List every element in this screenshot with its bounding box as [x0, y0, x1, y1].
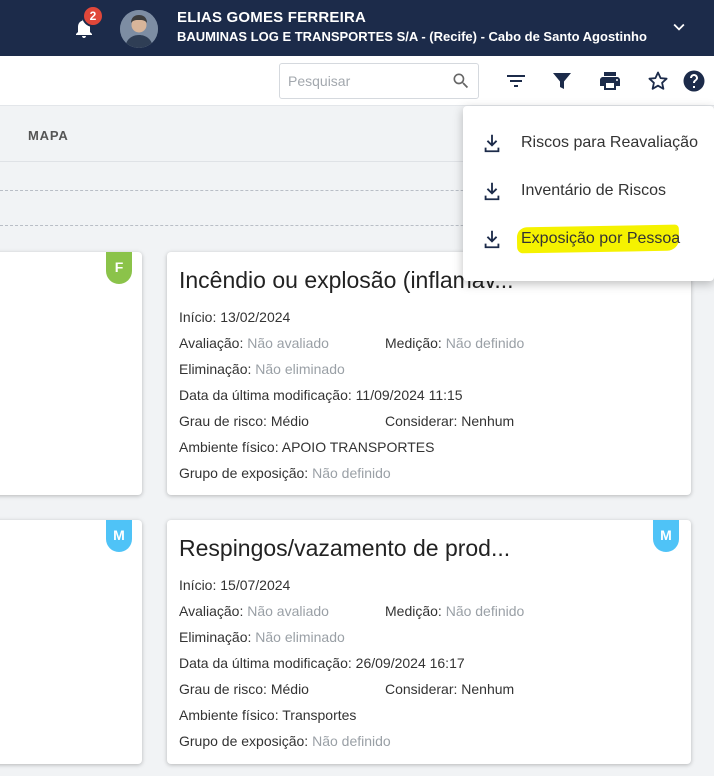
search-input[interactable]	[288, 64, 448, 98]
search-box	[279, 63, 479, 99]
star-icon[interactable]	[646, 69, 670, 93]
left-card-2[interactable]: M	[0, 520, 142, 764]
ambiente-row: Ambiente físico: APOIO TRANSPORTES	[179, 439, 435, 455]
menu-item-label: Inventário de Riscos	[521, 182, 666, 199]
menu-item-riscos-reavaliacao[interactable]: Riscos para Reavaliação	[463, 120, 714, 168]
download-icon	[484, 134, 500, 153]
risk-title: Respingos/vazamento de prod...	[179, 535, 511, 561]
funnel-icon[interactable]	[550, 69, 574, 93]
ambiente-row: Ambiente físico: Transportes	[179, 707, 357, 723]
user-name: ELIAS GOMES FERREIRA	[177, 9, 367, 26]
menu-item-label: Riscos para Reavaliação	[521, 134, 698, 151]
eliminacao-row: Eliminação: Não eliminado	[179, 629, 345, 645]
inicio-row: Início: 13/02/2024	[179, 309, 291, 325]
medicao-row: Medição: Não definido	[385, 335, 525, 351]
menu-item-exposicao-pessoa[interactable]: Exposição por Pessoa	[463, 216, 714, 264]
filter-list-icon[interactable]	[504, 69, 528, 93]
download-icon	[484, 182, 500, 201]
grau-row: Grau de risco: Médio	[179, 413, 309, 429]
eliminacao-row: Eliminação: Não eliminado	[179, 361, 345, 377]
menu-item-label: Exposição por Pessoa	[521, 230, 681, 247]
tab-mapa[interactable]: MAPA	[28, 128, 69, 143]
modificacao-row: Data da última modificação: 26/09/2024 1…	[179, 655, 465, 671]
chevron-down-icon[interactable]	[668, 16, 690, 38]
risk-badge: F	[106, 252, 132, 284]
grupo-row: Grupo de exposição: Não definido	[179, 733, 391, 749]
risk-badge: M	[653, 520, 679, 552]
avaliacao-row: Avaliação: Não avaliado	[179, 335, 329, 351]
download-icon	[484, 230, 500, 249]
help-icon[interactable]	[682, 69, 706, 93]
avatar[interactable]	[120, 10, 158, 48]
risk-badge: M	[106, 520, 132, 552]
menu-item-inventario-riscos[interactable]: Inventário de Riscos	[463, 168, 714, 216]
considerar-row: Considerar: Nenhum	[385, 681, 515, 697]
toolbar	[0, 56, 714, 106]
export-menu: Riscos para Reavaliação Inventário de Ri…	[463, 106, 714, 281]
notification-badge[interactable]: 2	[82, 5, 104, 27]
considerar-row: Considerar: Nenhum	[385, 413, 515, 429]
modificacao-row: Data da última modificação: 11/09/2024 1…	[179, 387, 463, 403]
medicao-row: Medição: Não definido	[385, 603, 525, 619]
grupo-row: Grupo de exposição: Não definido	[179, 465, 391, 481]
grau-row: Grau de risco: Médio	[179, 681, 309, 697]
user-company: BAUMINAS LOG E TRANSPORTES S/A - (Recife…	[177, 29, 647, 44]
top-header: 2 ELIAS GOMES FERREIRA BAUMINAS LOG E TR…	[0, 0, 714, 56]
search-icon[interactable]	[451, 71, 471, 91]
inicio-row: Início: 15/07/2024	[179, 577, 291, 593]
left-card-1[interactable]: F	[0, 252, 142, 495]
risk-card[interactable]: M Respingos/vazamento de prod... Início:…	[167, 520, 691, 764]
avaliacao-row: Avaliação: Não avaliado	[179, 603, 329, 619]
print-icon[interactable]	[598, 69, 622, 93]
risk-card[interactable]: Incêndio ou explosão (inflamáv... Início…	[167, 252, 691, 495]
